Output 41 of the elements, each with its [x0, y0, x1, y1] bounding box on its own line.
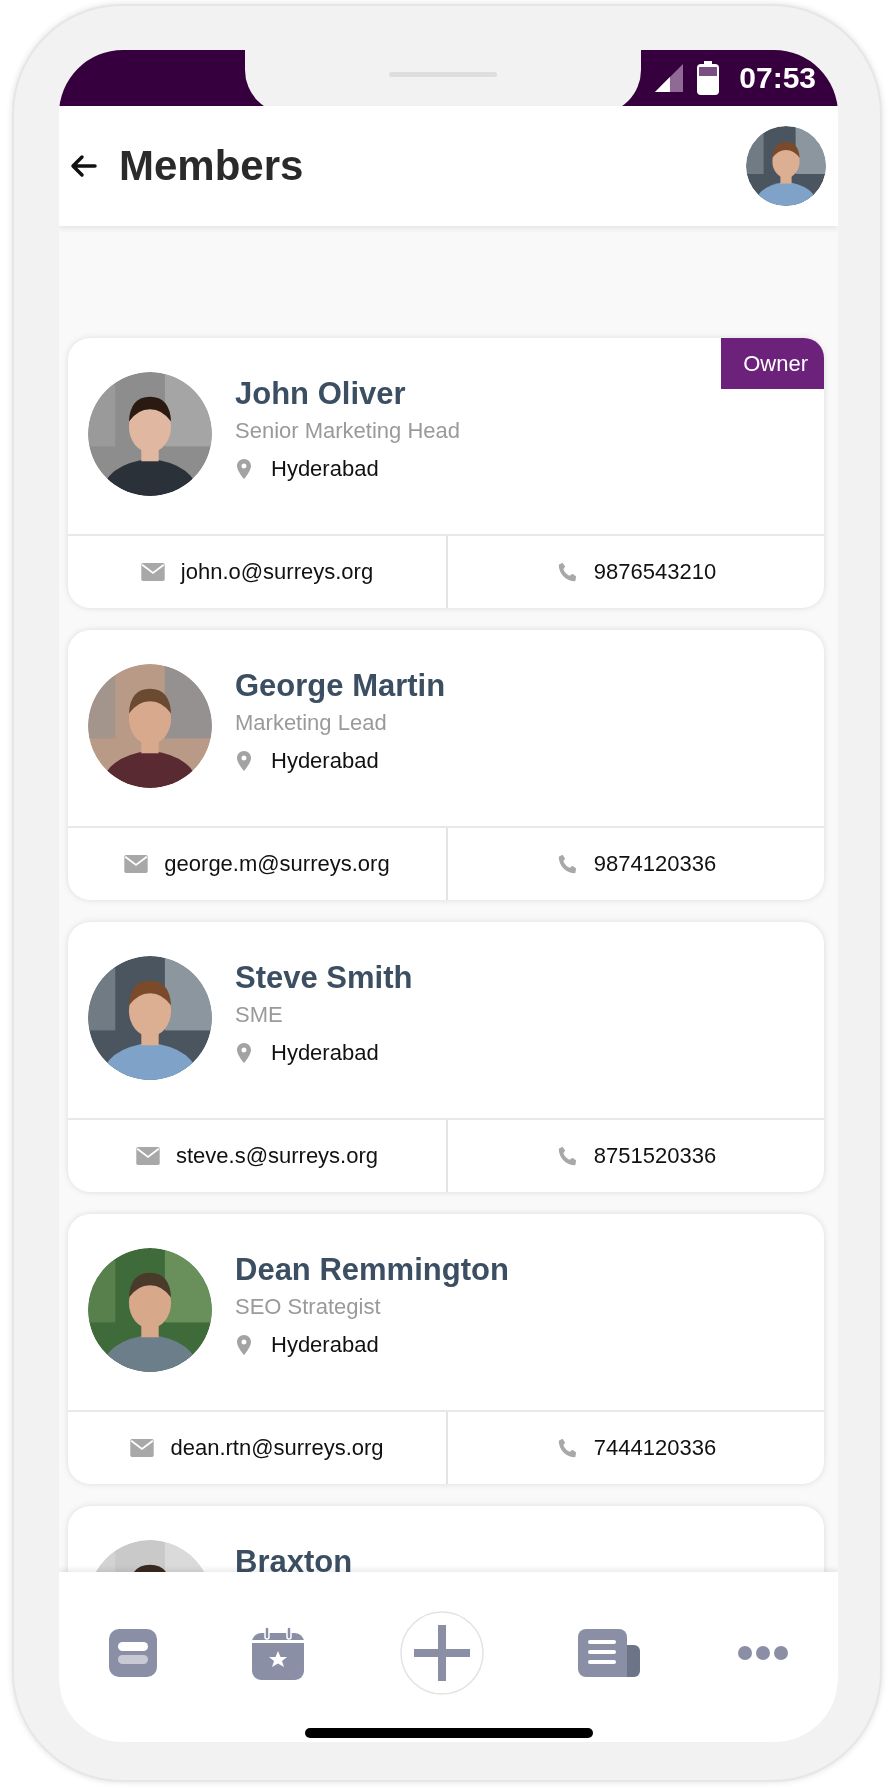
member-location: Hyderabad — [271, 456, 379, 482]
member-email[interactable]: john.o@surreys.org — [180, 559, 374, 585]
member-location: Hyderabad — [271, 748, 379, 774]
status-time: 07:53 — [739, 61, 816, 95]
more-icon[interactable] — [736, 1645, 789, 1661]
member-name: Steve Smith — [235, 960, 413, 996]
owner-badge: Owner — [721, 338, 824, 389]
location-pin-icon — [237, 459, 251, 479]
member-role: Senior Marketing Head — [235, 418, 460, 444]
member-name: John Oliver — [235, 376, 407, 412]
member-phone[interactable]: 7444120336 — [593, 1435, 717, 1461]
signal-icon — [655, 64, 684, 92]
back-arrow-icon — [69, 154, 97, 178]
member-location: Hyderabad — [271, 1040, 379, 1066]
member-phone[interactable]: 8751520336 — [593, 1143, 717, 1169]
mail-icon — [135, 1147, 160, 1165]
member-role: SME — [235, 1002, 284, 1028]
cards-icon[interactable] — [108, 1629, 157, 1677]
member-role: Marketing Lead — [235, 710, 388, 736]
mail-icon — [130, 1439, 155, 1457]
member-name: Braxton — [235, 1544, 353, 1572]
member-role: SEO Strategist — [235, 1294, 382, 1320]
location-pin-icon — [237, 1335, 251, 1355]
member-name: George Martin — [235, 668, 446, 704]
member-phone[interactable]: 9876543210 — [593, 559, 717, 585]
member-phone[interactable]: 9874120336 — [593, 851, 717, 877]
back-button[interactable] — [69, 154, 97, 178]
member-email[interactable]: george.m@surreys.org — [164, 851, 390, 877]
member-location: Hyderabad — [271, 1332, 379, 1358]
location-pin-icon — [237, 751, 251, 771]
battery-icon — [697, 61, 720, 95]
documents-icon[interactable] — [578, 1629, 642, 1677]
calendar-icon[interactable] — [251, 1626, 305, 1680]
member-email[interactable]: dean.rtn@surreys.org — [170, 1435, 384, 1461]
page-title: Members — [119, 142, 305, 190]
member-name: Dean Remmington — [235, 1252, 509, 1288]
mail-icon — [124, 855, 149, 873]
member-email[interactable]: steve.s@surreys.org — [175, 1143, 379, 1169]
mail-icon — [140, 563, 165, 581]
add-icon[interactable] — [399, 1611, 484, 1695]
location-pin-icon — [237, 1043, 251, 1063]
